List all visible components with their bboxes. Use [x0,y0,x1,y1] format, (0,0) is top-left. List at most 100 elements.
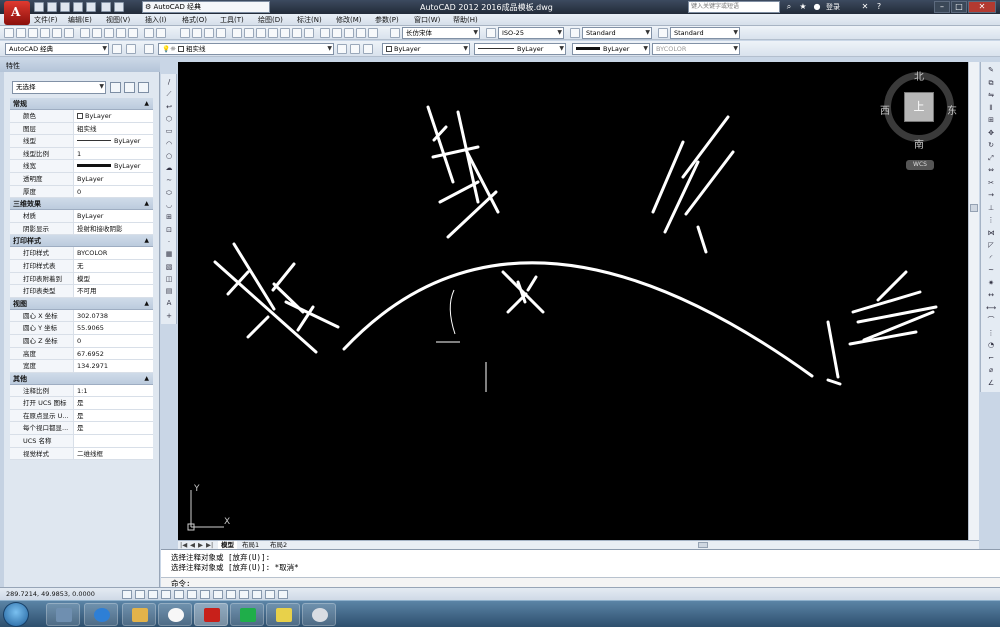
property-row[interactable]: 透明度 ByLayer [10,172,153,186]
rectangle-icon[interactable]: ▭ [164,127,174,136]
dimension-aligned-icon[interactable]: ⟷ [986,304,996,313]
revision-cloud-icon[interactable]: ☁ [164,164,174,173]
property-section-header[interactable]: 常规 ▲ [10,98,153,110]
taskbar-app[interactable] [158,603,192,626]
color-select[interactable]: ByLayer ▼ [382,43,470,55]
autocad-logo[interactable]: A [4,1,30,25]
help-icon[interactable]: ? [874,2,884,12]
property-value[interactable]: 无 [76,260,152,272]
property-section-header[interactable]: 视图 ▲ [10,297,153,310]
design-center-icon[interactable] [244,28,254,38]
save-as-icon[interactable] [73,2,83,12]
multileader-style-select[interactable]: Standard ▼ [670,27,740,39]
property-row[interactable]: 打印表类型 不可用 [10,285,153,298]
menu-format[interactable]: 格式(O) [182,14,207,26]
selection-select[interactable]: 无选择 ▼ [12,81,106,94]
property-value[interactable]: 55.9065 [76,322,152,334]
property-value[interactable] [76,435,152,447]
table-style-select[interactable]: Standard ▼ [582,27,652,39]
new-icon[interactable] [34,2,44,12]
property-row[interactable]: 圆心 Y 坐标 55.9065 [10,322,153,335]
mirror-icon[interactable]: ⇋ [986,91,996,100]
block-editor-icon[interactable] [128,28,138,38]
move-icon[interactable]: ✥ [986,129,996,138]
property-row[interactable]: 在原点显示 U... 是 [10,409,153,423]
trim-icon[interactable]: ✂ [986,179,996,188]
vertical-scrollbar[interactable] [968,62,979,540]
collapse-icon[interactable]: ▲ [144,298,149,310]
copy-icon[interactable] [92,28,102,38]
coordinate-readout[interactable]: 289.7214, 49.9853, 0.0000 [6,590,95,598]
snap-icon[interactable] [122,590,132,599]
publish-icon[interactable] [64,28,74,38]
tool-icon[interactable] [332,28,342,38]
infocenter-icon[interactable]: ★ [798,2,808,12]
break-at-point-icon[interactable]: ⊥ [986,204,996,213]
make-current-layer-icon[interactable] [337,44,347,54]
property-value[interactable]: ByLayer [76,173,152,185]
linetype-select[interactable]: ByLayer ▼ [474,43,566,55]
search-icon[interactable]: ⌕ [784,2,794,12]
open-icon[interactable] [47,2,57,12]
ucs-menu-button[interactable]: WCS [906,160,934,170]
sheet-set-icon[interactable] [268,28,278,38]
property-value[interactable]: 是 [76,397,152,409]
undo-icon[interactable] [144,28,154,38]
property-value[interactable]: 是 [76,422,152,434]
property-value[interactable]: ByLayer [76,160,152,172]
tool-icon[interactable] [344,28,354,38]
menu-draw[interactable]: 绘图(D) [258,14,283,26]
dimension-jogged-icon[interactable]: ⌐ [986,354,996,363]
cut-icon[interactable] [80,28,90,38]
property-value[interactable]: ByLayer [76,135,152,147]
menu-edit[interactable]: 编辑(E) [68,14,92,26]
minimize-button[interactable]: – [934,1,950,13]
dimension-diameter-icon[interactable]: ⌀ [986,366,996,375]
properties-icon[interactable] [232,28,242,38]
compass-north[interactable]: 北 [914,68,924,83]
erase-icon[interactable]: ✎ [986,66,996,75]
menu-dimension[interactable]: 标注(N) [297,14,322,26]
table-style-icon[interactable] [570,28,580,38]
property-row[interactable]: UCS 名称 [10,435,153,448]
transparency-icon[interactable] [252,590,262,599]
taskbar-app[interactable] [230,603,264,626]
property-row[interactable]: 每个视口都显... 是 [10,422,153,436]
menu-window[interactable]: 窗口(W) [414,14,440,26]
property-value[interactable]: 1 [76,148,152,160]
dim-style-icon[interactable] [486,28,496,38]
array-icon[interactable]: ⊞ [986,116,996,125]
construction-line-icon[interactable]: ⟋ [164,90,174,99]
dimension-radius-icon[interactable]: ◔ [986,341,996,350]
property-value[interactable]: 67.6952 [76,348,152,360]
property-value[interactable]: ByLayer [76,110,152,122]
collapse-icon[interactable]: ▲ [144,373,149,385]
property-value[interactable]: 粗实线 [76,123,152,135]
3dosnap-icon[interactable] [187,590,197,599]
property-row[interactable]: 线型 ByLayer [10,135,153,148]
scale-icon[interactable]: ⤢ [986,154,996,163]
explode-icon[interactable]: ✷ [986,279,996,288]
compass-east[interactable]: 东 [947,102,957,117]
tool-icon[interactable] [356,28,366,38]
property-value[interactable]: 302.0738 [76,310,152,322]
zoom-window-icon[interactable] [204,28,214,38]
copy-object-icon[interactable]: ⧉ [986,79,996,88]
start-button[interactable] [3,602,29,627]
workspace-select[interactable]: AutoCAD 经典 ▼ [5,43,109,55]
property-value[interactable]: 投射和接收阴影 [76,223,152,235]
menu-file[interactable]: 文件(F) [34,14,58,26]
extend-icon[interactable]: → [986,191,996,200]
redo-icon[interactable] [114,2,124,12]
menu-help[interactable]: 帮助(H) [453,14,478,26]
spline-icon[interactable]: ∼ [164,176,174,185]
property-value[interactable]: 是 [76,410,152,422]
layer-select[interactable]: 💡☼ 粗实线 ▼ [158,43,334,55]
taskbar-app-active[interactable] [194,603,228,626]
property-value[interactable]: 0 [76,186,152,198]
taskbar-app[interactable] [302,603,336,626]
property-row[interactable]: 注释比例 1:1 [10,384,153,398]
collapse-icon[interactable]: ▲ [144,235,149,247]
ellipse-arc-icon[interactable]: ◡ [164,201,174,210]
property-row[interactable]: 打开 UCS 图标是 [10,397,153,410]
